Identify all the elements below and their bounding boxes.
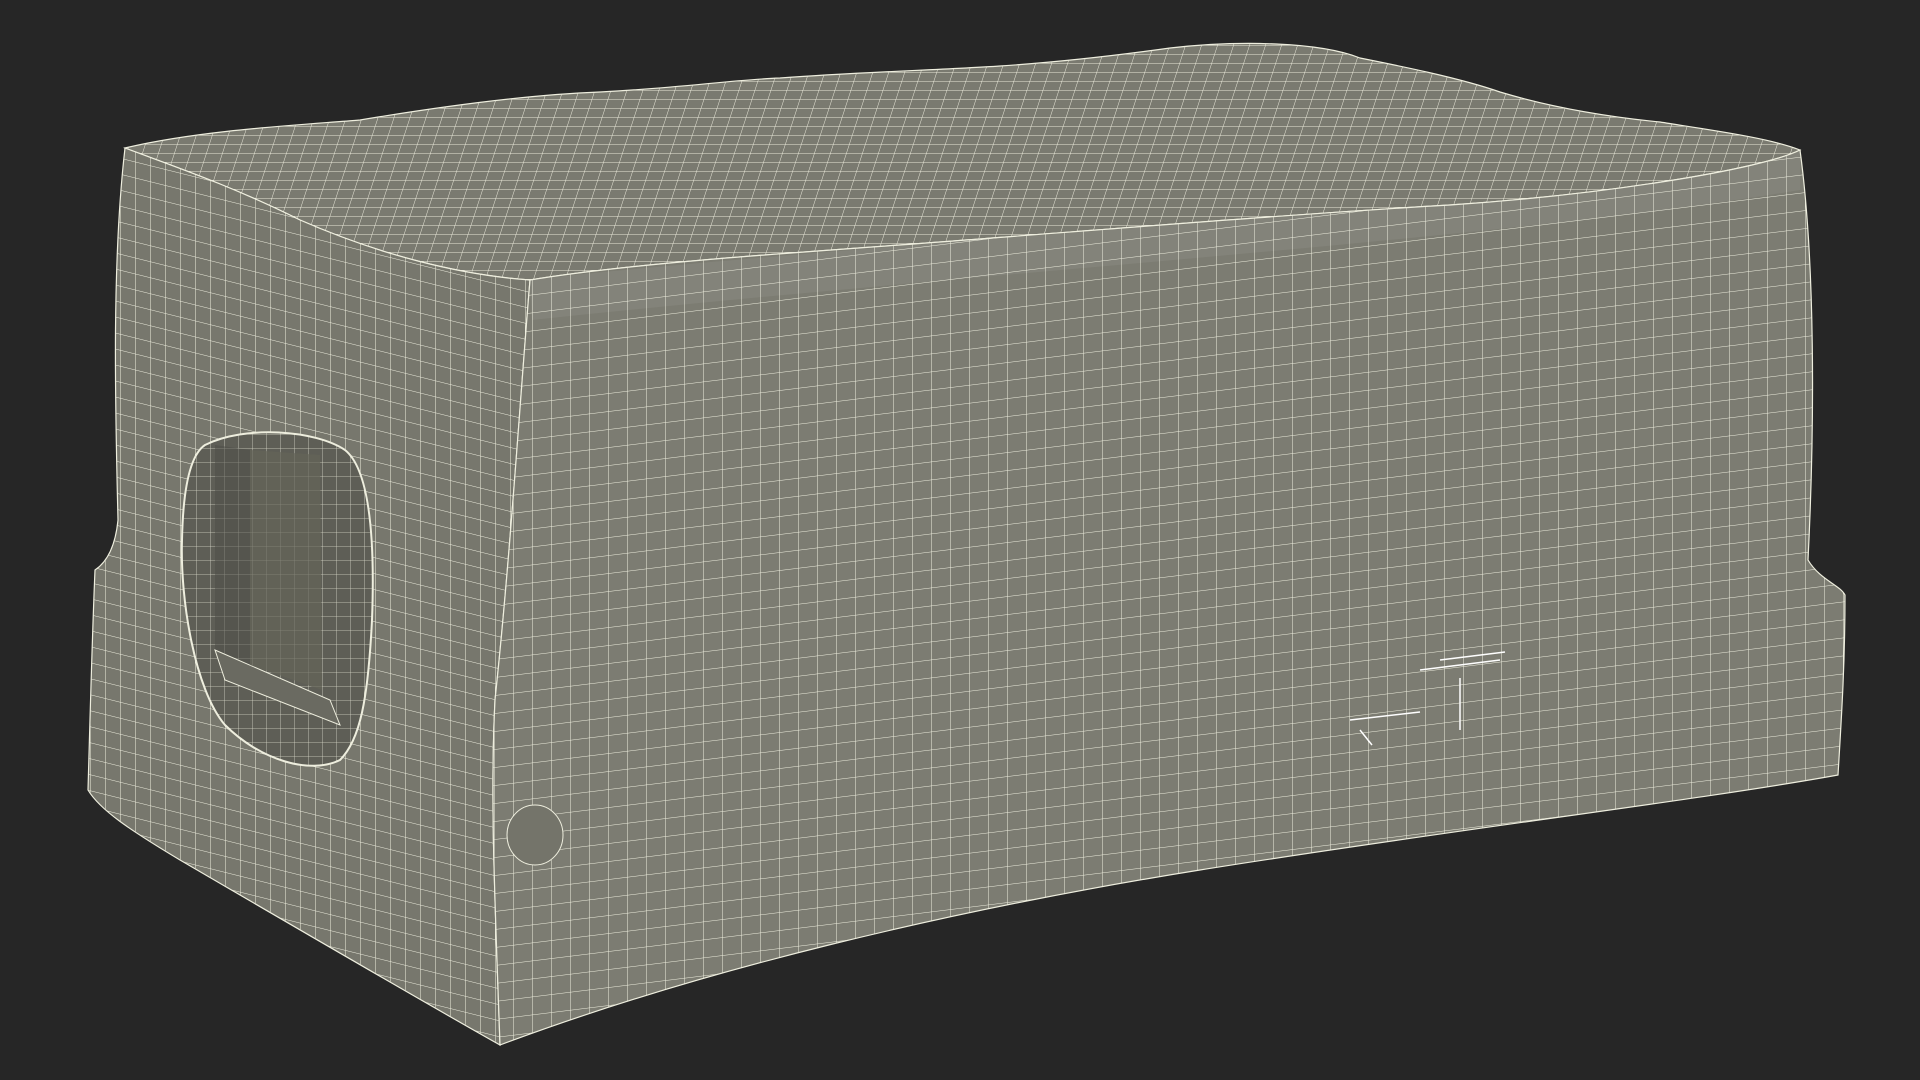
render-viewport xyxy=(0,0,1920,1080)
wireframe-render xyxy=(87,42,1846,1047)
corner-dent xyxy=(506,804,564,866)
